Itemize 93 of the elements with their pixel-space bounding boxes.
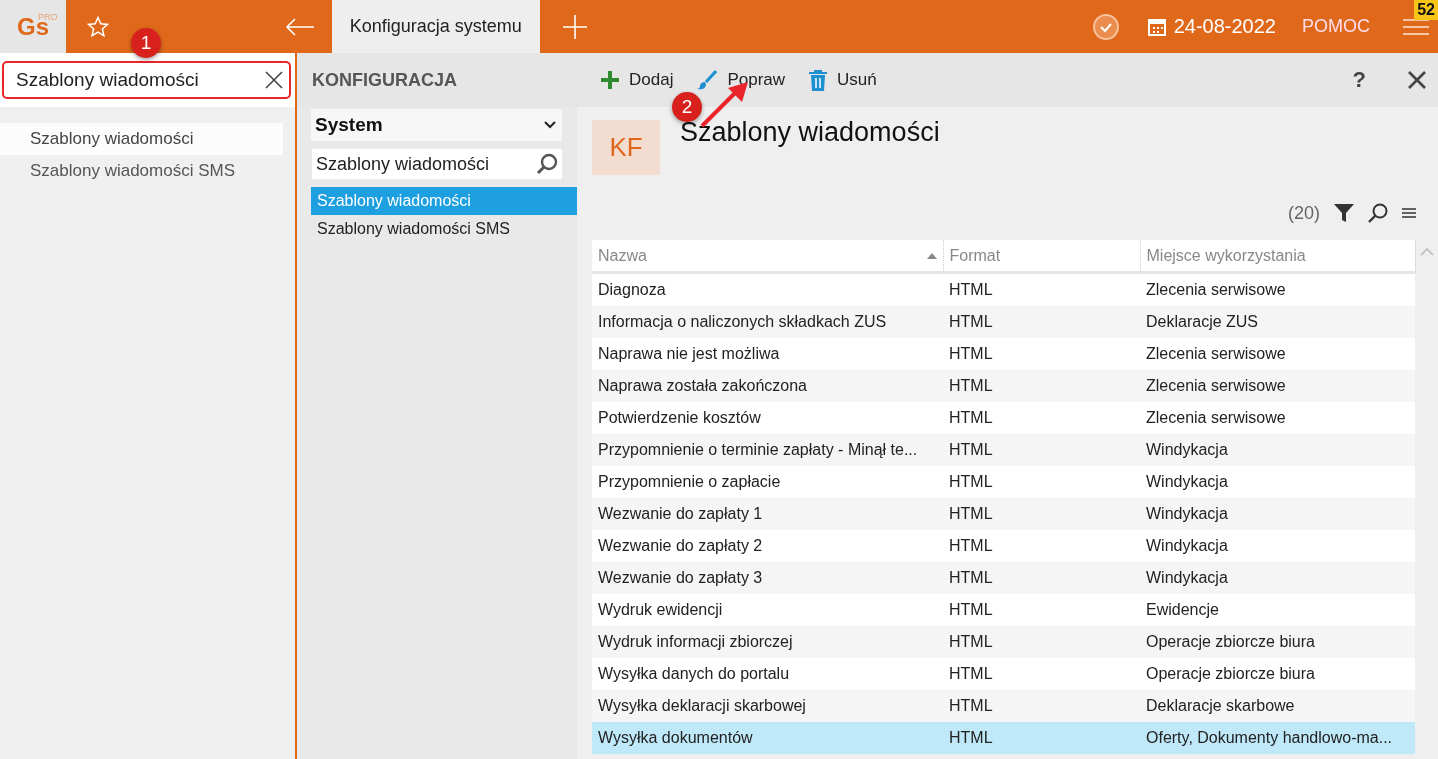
table-row[interactable]: Przypomnienie o zapłacie HTML Windykacja [592, 466, 1415, 498]
table-cell: Deklaracje skarbowe [1140, 690, 1415, 722]
table-cell: HTML [943, 722, 1140, 754]
trash-icon [809, 69, 828, 91]
column-header[interactable]: Nazwa [592, 240, 943, 273]
table-cell: HTML [943, 370, 1140, 402]
table-cell: Windykacja [1140, 434, 1415, 466]
table-cell: Zlecenia serwisowe [1140, 370, 1415, 402]
table-row[interactable]: Potwierdzenie kosztów HTML Zlecenia serwisowe [592, 402, 1415, 434]
avatar-tile: KF [592, 120, 660, 175]
help-button[interactable]: ? [1346, 66, 1372, 94]
table-cell: HTML [943, 626, 1140, 658]
table-cell: Windykacja [1140, 530, 1415, 562]
column-header[interactable]: Miejsce wykorzystania [1140, 240, 1415, 273]
table-cell: Zlecenia serwisowe [1140, 402, 1415, 434]
table-row[interactable]: Wysyłka danych do portalu HTML Operacje zbiorcze biura [592, 658, 1415, 690]
table-row[interactable]: Wezwanie do zapłaty 1 HTML Windykacja [592, 498, 1415, 530]
table-cell: Informacja o naliczonych składkach ZUS [592, 306, 943, 338]
table-cell: Oferty, Dokumenty handlowo-ma... [1140, 722, 1415, 754]
add-button[interactable]: Dodaj [601, 70, 674, 90]
date-text: 24-08-2022 [1173, 15, 1276, 38]
table-cell: Wysyłka danych do portalu [592, 658, 943, 690]
table-row[interactable]: Wysyłka dokumentów HTML Oferty, Dokumenty handlowo-ma... [592, 722, 1415, 754]
table-cell: HTML [943, 434, 1140, 466]
table-row[interactable]: Diagnoza HTML Zlecenia serwisowe [592, 272, 1415, 306]
table-cell: HTML [943, 562, 1140, 594]
table-cell: Wezwanie do zapłaty 2 [592, 530, 943, 562]
filter-icon[interactable] [1334, 203, 1354, 223]
table-cell: HTML [943, 690, 1140, 722]
table-row[interactable]: Naprawa nie jest możliwa HTML Zlecenia serwisowe [592, 338, 1415, 370]
table-cell: Diagnoza [592, 272, 943, 306]
table-cell: Deklaracje ZUS [1140, 306, 1415, 338]
check-circle-icon[interactable] [1091, 12, 1120, 41]
close-icon[interactable] [1408, 71, 1426, 89]
clear-icon[interactable] [265, 71, 283, 89]
plus-icon[interactable] [562, 14, 587, 39]
record-count: (20) [1288, 202, 1320, 224]
table-cell: Wysyłka dokumentów [592, 722, 943, 754]
delete-button[interactable]: Usuń [809, 69, 877, 91]
table-cell: Naprawa nie jest możliwa [592, 338, 943, 370]
edit-button[interactable]: Popraw [697, 70, 786, 90]
table-cell: Przypomnienie o zapłacie [592, 466, 943, 498]
table-cell: HTML [943, 466, 1140, 498]
category-dropdown[interactable]: System [311, 109, 562, 141]
table-cell: Naprawa została zakończona [592, 370, 943, 402]
table-cell: HTML [943, 338, 1140, 370]
table-cell: Potwierdzenie kosztów [592, 402, 943, 434]
table-cell: HTML [943, 658, 1140, 690]
search-icon[interactable] [536, 153, 558, 175]
table-cell: HTML [943, 402, 1140, 434]
table-cell: Windykacja [1140, 562, 1415, 594]
table-cell: Wezwanie do zapłaty 1 [592, 498, 943, 530]
table-row[interactable]: Wysyłka deklaracji skarbowej HTML Deklaracje skarbowe [592, 690, 1415, 722]
table-cell: Przypomnienie o terminie zapłaty - Minął te... [592, 434, 943, 466]
table-cell: HTML [943, 498, 1140, 530]
filter-field[interactable]: Szablony wiadomości [312, 149, 562, 179]
table-cell: HTML [943, 530, 1140, 562]
search-result[interactable]: Szablony wiadomości [0, 123, 283, 155]
table-cell: Ewidencje [1140, 594, 1415, 626]
table-cell: Zlecenia serwisowe [1140, 338, 1415, 370]
table-row[interactable]: Naprawa została zakończona HTML Zlecenia serwisowe [592, 370, 1415, 402]
table-row[interactable]: Wezwanie do zapłaty 3 HTML Windykacja [592, 562, 1415, 594]
table-row[interactable]: Informacja o naliczonych składkach ZUS HTML Deklaracje ZUS [592, 306, 1415, 338]
calendar-icon[interactable] [1147, 17, 1166, 36]
plus-icon [601, 71, 619, 89]
table-cell: Windykacja [1140, 498, 1415, 530]
star-icon[interactable] [87, 15, 109, 38]
table-cell: Wezwanie do zapłaty 3 [592, 562, 943, 594]
table-row[interactable]: Wydruk ewidencji HTML Ewidencje [592, 594, 1415, 626]
table-cell: Operacje zbiorcze biura [1140, 658, 1415, 690]
table-cell: HTML [943, 272, 1140, 306]
back-arrow-icon[interactable] [284, 17, 315, 36]
search-icon[interactable] [1368, 203, 1388, 223]
table-cell: HTML [943, 594, 1140, 626]
table-cell: HTML [943, 306, 1140, 338]
table-row[interactable]: Wezwanie do zapłaty 2 HTML Windykacja [592, 530, 1415, 562]
table-cell: Wydruk ewidencji [592, 594, 943, 626]
table-cell: Zlecenia serwisowe [1140, 272, 1415, 306]
table-cell: Operacje zbiorcze biura [1140, 626, 1415, 658]
search-field[interactable]: Szablony wiadomości [2, 61, 291, 99]
brush-icon [697, 70, 718, 90]
menu-icon[interactable] [1402, 207, 1416, 219]
table-cell: Wysyłka deklaracji skarbowej [592, 690, 943, 722]
notification-badge: 52 [1414, 0, 1438, 20]
table-row[interactable]: Wydruk informacji zbiorczej HTML Operacje zbiorcze biura [592, 626, 1415, 658]
search-result[interactable]: Szablony wiadomości SMS [0, 155, 283, 187]
table-row[interactable]: Przypomnienie o terminie zapłaty - Minął te... HTML Windykacja [592, 434, 1415, 466]
table-cell: Wydruk informacji zbiorczej [592, 626, 943, 658]
config-item[interactable]: Szablony wiadomości SMS [311, 215, 577, 243]
tab[interactable]: Konfiguracja systemu [331, 0, 540, 53]
table-cell: Windykacja [1140, 466, 1415, 498]
chevron-down-icon [544, 121, 556, 129]
column-header[interactable]: Format [943, 240, 1140, 273]
